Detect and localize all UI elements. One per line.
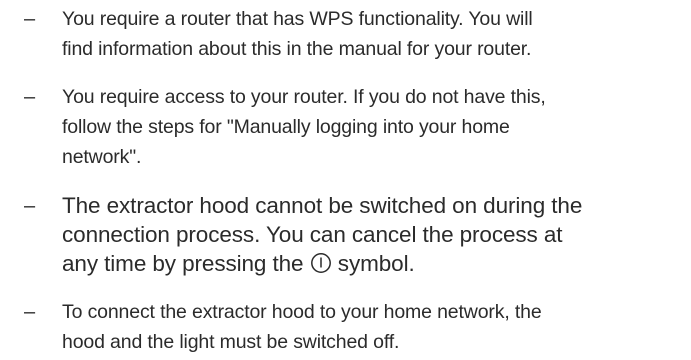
text-line-with-icon: any time by pressing the symbol. — [62, 249, 682, 278]
text-line: You require access to your router. If yo… — [62, 86, 546, 108]
text-segment: any time by pressing the — [62, 251, 304, 276]
text-line: connection process. You can cancel the p… — [62, 222, 563, 247]
text-line: hood and the light must be switched off. — [62, 331, 400, 353]
list-item-text: You require a router that has WPS functi… — [62, 4, 682, 64]
instruction-list: – You require a router that has WPS func… — [0, 0, 691, 360]
text-line: follow the steps for "Manually logging i… — [62, 116, 510, 138]
text-line: To connect the extractor hood to your ho… — [62, 301, 542, 323]
list-item-text: The extractor hood cannot be switched on… — [62, 191, 682, 278]
list-item-text: To connect the extractor hood to your ho… — [62, 297, 682, 357]
list-dash: – — [24, 195, 36, 217]
list-dash: – — [24, 301, 36, 323]
text-line: find information about this in the manua… — [62, 38, 532, 60]
list-dash: – — [24, 86, 36, 108]
text-line: The extractor hood cannot be switched on… — [62, 193, 583, 218]
text-segment: symbol. — [337, 251, 415, 276]
text-line: network". — [62, 146, 142, 168]
power-symbol-icon — [310, 253, 331, 273]
list-dash: – — [24, 8, 36, 30]
text-line: You require a router that has WPS functi… — [62, 8, 533, 30]
list-item-text: You require access to your router. If yo… — [62, 82, 682, 172]
